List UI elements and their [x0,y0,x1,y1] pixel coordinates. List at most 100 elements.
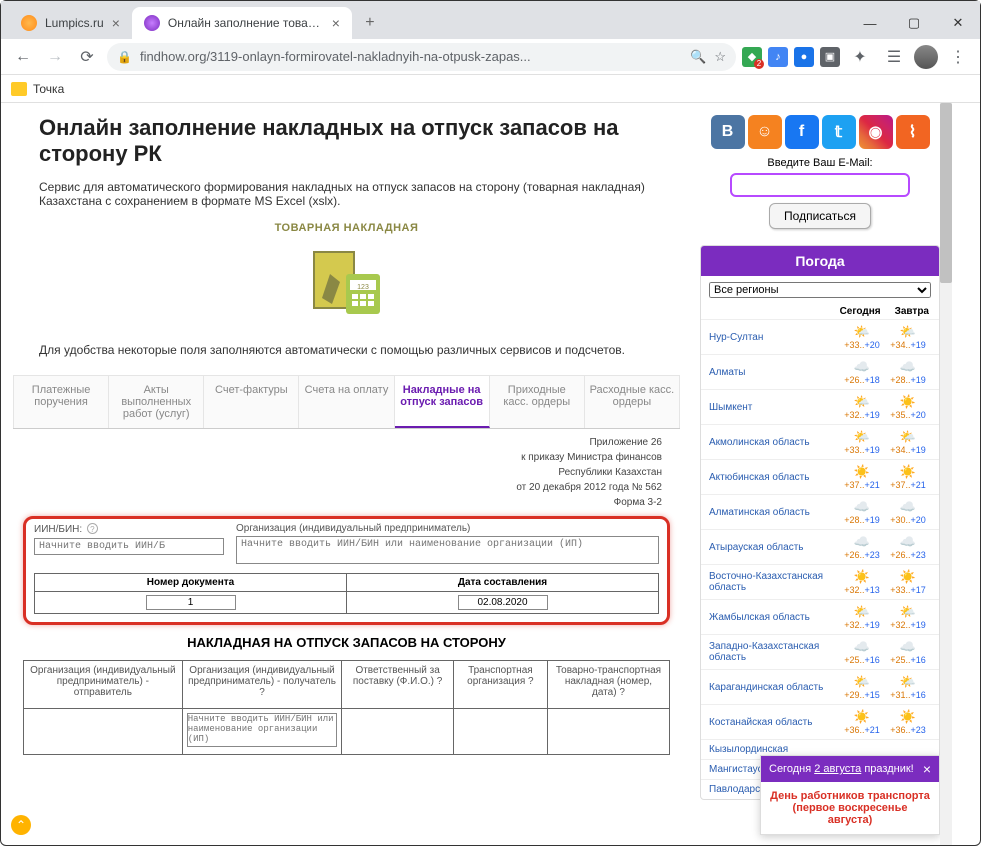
recipient-input[interactable] [187,713,338,747]
browser-toolbar: ← → ⟳ 🔒 findhow.org/3119-onlayn-formirov… [1,39,980,75]
tab-invoices[interactable]: Счет-фактуры [204,375,299,428]
weather-row: Шымкент🌤️+32..+19☀️+35..+20 [701,389,939,424]
bookmarks-bar: Точка [1,75,980,103]
city-link[interactable]: Атырауская область [709,542,839,553]
weather-row: Акмолинская область🌤️+33..+19🌤️+34..+19 [701,424,939,459]
city-link[interactable]: Костанайская область [709,717,839,728]
scroll-top-button[interactable]: ⌃ [11,815,31,835]
highlighted-form-section: ИИН/БИН: ? Организация (индивидуальный п… [23,516,670,625]
weather-row: Карагандинская область🌤️+29..+15🌤️+31..+… [701,669,939,704]
reading-list-icon[interactable]: ☰ [880,43,908,71]
city-link[interactable]: Алматы [709,367,839,378]
help-icon[interactable]: ? [437,676,443,687]
docnum-input[interactable] [146,595,236,610]
tab-income-orders[interactable]: Приходные касс. ордеры [490,375,585,428]
weather-widget: Погода Все регионы Сегодня Завтра Нур-Су… [700,245,940,800]
close-icon[interactable]: × [332,15,340,31]
browser-titlebar: Lumpics.ru × Онлайн заполнение товарной … [1,1,980,39]
ok-icon[interactable]: ☺ [748,115,782,149]
city-link[interactable]: Карагандинская область [709,682,839,693]
browser-tab[interactable]: Lumpics.ru × [9,7,132,39]
main-form-table: Организация (индивидуальный предпринимат… [23,660,670,755]
city-link[interactable]: Актюбинская область [709,472,839,483]
doc-number-table: Номер документа Дата составления [34,573,659,614]
profile-avatar[interactable] [914,45,938,69]
tab-acts[interactable]: Акты выполненных работ (услуг) [109,375,204,428]
scrollbar[interactable] [940,103,952,845]
page-intro: Сервис для автоматического формирования … [13,180,680,208]
form-heading: НАКЛАДНАЯ НА ОТПУСК ЗАПАСОВ НА СТОРОНУ [13,635,680,650]
form-icon: 123 [302,238,392,328]
rss-icon[interactable]: ⌇ [896,115,930,149]
instagram-icon[interactable]: ◉ [859,115,893,149]
email-label: Введите Ваш E-Mail: [700,157,940,169]
extensions-button[interactable]: ✦ [846,43,874,71]
page-viewport: Онлайн заполнение накладных на отпуск за… [1,103,980,847]
address-bar[interactable]: 🔒 findhow.org/3119-onlayn-formirovatel-n… [107,43,736,71]
weather-row: Алматы☁️+26..+18☁️+28..+19 [701,354,939,389]
weather-row: Актюбинская область☀️+37..+21☀️+37..+21 [701,459,939,494]
city-link[interactable]: Шымкент [709,402,839,413]
search-icon[interactable]: 🔍 [690,49,706,65]
menu-button[interactable]: ⋮ [944,43,972,71]
subscribe-button[interactable]: Подписаться [769,203,871,229]
vk-icon[interactable]: B [711,115,745,149]
weather-row: Атырауская область☁️+26..+23☁️+26..+23 [701,529,939,564]
city-link[interactable]: Нур-Султан [709,332,839,343]
tab-expense-orders[interactable]: Расходные касс. ордеры [585,375,680,428]
org-input[interactable] [236,536,659,564]
docdate-input[interactable] [458,595,548,610]
close-icon[interactable]: × [112,15,120,31]
help-icon[interactable]: ? [528,676,534,687]
reload-button[interactable]: ⟳ [73,43,101,71]
svg-text:123: 123 [357,284,369,291]
extension-icon[interactable]: ◆2 [742,47,762,67]
illustration-label: ТОВАРНАЯ НАКЛАДНАЯ [13,222,680,234]
help-icon[interactable]: ? [87,523,98,534]
bookmark-item[interactable]: Точка [33,82,64,96]
help-icon[interactable]: ? [259,687,265,698]
city-link[interactable]: Акмолинская область [709,437,839,448]
city-link[interactable]: Кызылординская [709,744,839,755]
close-window-button[interactable]: ✕ [936,7,980,39]
extension-icon[interactable]: ▣ [820,47,840,67]
close-icon[interactable]: × [923,761,931,777]
star-icon[interactable]: ☆ [714,49,726,65]
service-tabs: Платежные поручения Акты выполненных раб… [13,375,680,429]
extension-icon[interactable]: ● [794,47,814,67]
city-link[interactable]: Жамбылская область [709,612,839,623]
help-icon[interactable]: ? [619,687,625,698]
label-org: Организация (индивидуальный предпринимат… [236,523,659,534]
twitter-icon[interactable]: 𝕥 [822,115,856,149]
illustration: ТОВАРНАЯ НАКЛАДНАЯ 123 [13,222,680,331]
folder-icon [11,82,27,96]
favicon-icon [21,15,37,31]
favicon-icon [144,15,160,31]
minimize-button[interactable]: — [848,7,892,39]
new-tab-button[interactable]: + [356,9,384,37]
facebook-icon[interactable]: f [785,115,819,149]
weather-row: Алматинская область☁️+28..+19☁️+30..+20 [701,494,939,529]
th-docdate: Дата составления [347,573,659,591]
forward-button[interactable]: → [41,43,69,71]
iin-input[interactable] [34,538,224,555]
browser-tab-active[interactable]: Онлайн заполнение товарной н × [132,7,352,39]
weather-row: Нур-Султан🌤️+33..+20🌤️+34..+19 [701,319,939,354]
city-link[interactable]: Алматинская область [709,507,839,518]
city-link[interactable]: Западно-Казахстанская область [709,641,839,663]
scrollbar-thumb[interactable] [940,103,952,283]
email-input[interactable] [730,173,910,197]
tab-title: Онлайн заполнение товарной н [168,16,324,30]
tab-nakladnye[interactable]: Накладные на отпуск запасов [395,375,490,428]
tab-payments[interactable]: Платежные поручения [13,375,109,428]
weather-row: Костанайская область☀️+36..+21☀️+36..+23 [701,704,939,739]
maximize-button[interactable]: ▢ [892,7,936,39]
region-select[interactable]: Все регионы [709,282,931,298]
holiday-banner: Сегодня 2 августа праздник! × День работ… [760,755,940,835]
tab-bills[interactable]: Счета на оплату [299,375,394,428]
lock-icon: 🔒 [117,50,132,64]
back-button[interactable]: ← [9,43,37,71]
city-link[interactable]: Восточно-Казахстанская область [709,571,839,593]
extension-icon[interactable]: ♪ [768,47,788,67]
weather-row: Жамбылская область🌤️+32..+19🌤️+32..+19 [701,599,939,634]
